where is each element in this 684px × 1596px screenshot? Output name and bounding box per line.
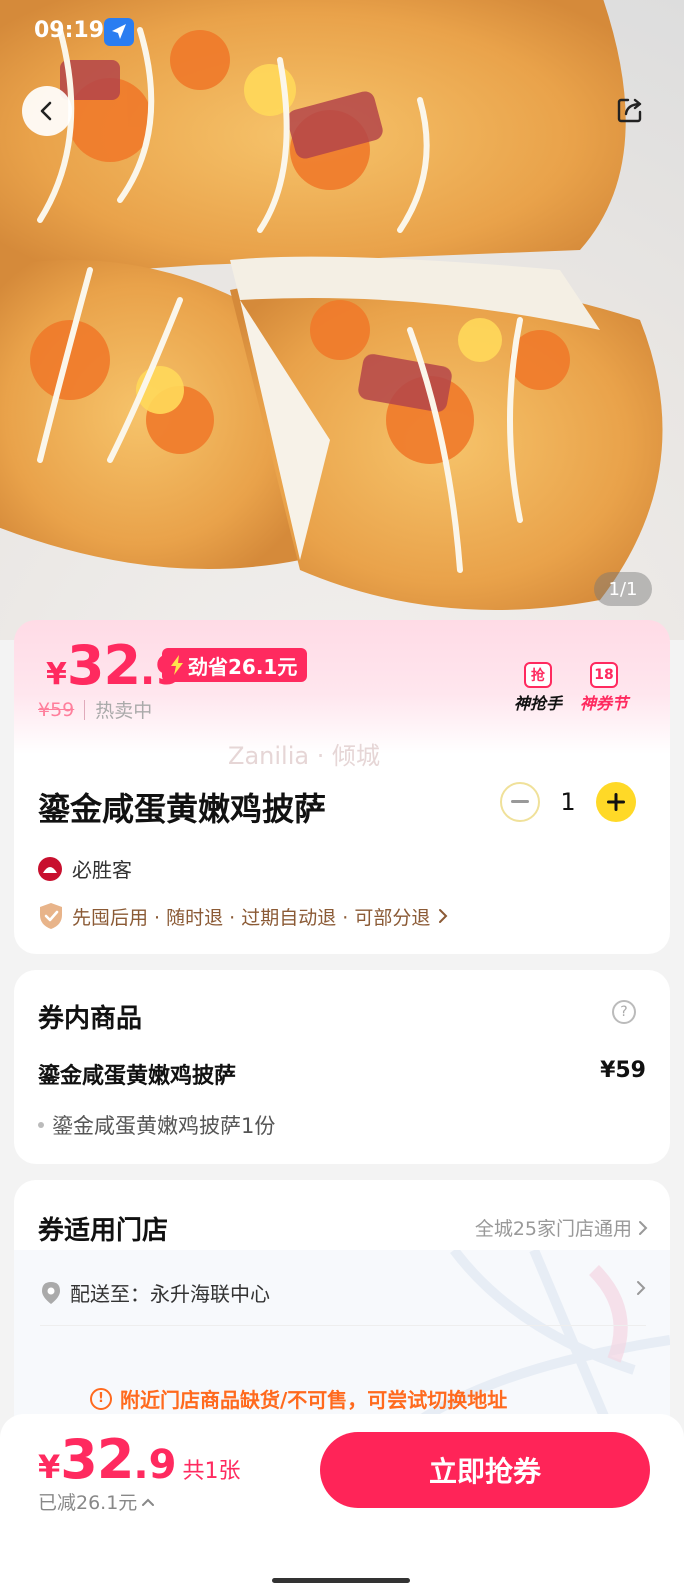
pizza-photo: [0, 0, 663, 610]
item-name: 鎏金咸蛋黄嫩鸡披萨: [38, 1064, 237, 1089]
warning-text: 附近门店商品缺货/不可售，可尝试切换地址: [120, 1388, 508, 1412]
original-price-row: ¥59 热卖中: [38, 696, 152, 723]
savings-badge: 劲省26.1元: [162, 648, 308, 682]
share-icon: [617, 98, 642, 123]
watermark: Zanilia · 倾城: [228, 742, 380, 770]
item-detail-text: 鎏金咸蛋黄嫩鸡披萨1份: [52, 1114, 276, 1138]
savings-label: 劲省26.1元: [188, 654, 298, 679]
plus-icon: [607, 793, 625, 811]
home-indicator: [272, 1578, 410, 1583]
warning-icon: !: [90, 1387, 112, 1410]
reduced-text: 已减26.1元: [38, 1492, 138, 1514]
grab-icon: 抢: [524, 662, 552, 688]
quantity-value: 1: [560, 788, 576, 816]
promo-label: 神券节: [580, 694, 629, 713]
stock-warning: ! 附近门店商品缺货/不可售，可尝试切换地址: [90, 1384, 507, 1413]
delivery-text: 配送至：永升海联中心: [70, 1282, 270, 1306]
help-icon[interactable]: ?: [612, 1000, 636, 1024]
refund-policy[interactable]: 先囤后用 · 随时退 · 过期自动退 · 可部分退: [38, 902, 448, 930]
coupon-items-card: 券内商品 ? 鎏金咸蛋黄嫩鸡披萨 ¥59 鎏金咸蛋黄嫩鸡披萨1份: [14, 970, 670, 1164]
chevron-right-icon: [639, 1220, 648, 1235]
original-price: ¥59: [38, 698, 75, 721]
lightning-icon: [171, 655, 183, 675]
all-stores-text: 全城25家门店通用: [474, 1218, 632, 1240]
policy-text: 先囤后用 · 随时退 · 过期自动退 · 可部分退: [72, 906, 431, 929]
reduced-amount[interactable]: 已减26.1元: [38, 1488, 155, 1515]
price-decimal: .9: [133, 1442, 177, 1488]
coupon-count: 共1张: [182, 1459, 241, 1484]
share-button[interactable]: [612, 92, 648, 128]
currency-symbol: ¥: [38, 1448, 61, 1486]
pizza-hut-logo: [38, 856, 62, 881]
product-title: 鎏金咸蛋黄嫩鸡披萨: [38, 790, 327, 828]
quantity-stepper: 1: [500, 782, 636, 822]
product-image[interactable]: 09:19 1/1: [0, 0, 684, 640]
location-arrow-icon: [104, 18, 134, 46]
minus-icon: [511, 800, 529, 803]
section-title: 券内商品: [38, 1004, 143, 1034]
chevron-up-icon: [142, 1498, 155, 1506]
product-card: 鎏金咸蛋黄嫩鸡披萨 1 必胜客 先囤后用 · 随时退 · 过期自动退 · 可部分…: [14, 754, 670, 954]
chevron-left-icon: [40, 101, 52, 121]
grab-coupon-button[interactable]: 立即抢券: [320, 1432, 650, 1508]
sale-status: 热卖中: [95, 700, 153, 722]
price-integer: 32: [60, 1428, 134, 1491]
total-price: ¥ 32 .9 共1张: [38, 1428, 240, 1491]
divider: [84, 699, 86, 720]
promo-shenquanjie[interactable]: 18 神券节: [580, 662, 628, 714]
shield-check-icon: [40, 903, 62, 929]
status-time: 09:19: [34, 18, 105, 43]
decrease-button[interactable]: [500, 782, 540, 822]
delivery-address[interactable]: 配送至：永升海联中心: [40, 1278, 646, 1326]
price-card: ¥ 32 .9 劲省26.1元 ¥59 热卖中 抢 神抢手 18 神券节: [14, 620, 670, 754]
increase-button[interactable]: [596, 782, 636, 822]
back-button[interactable]: [22, 86, 72, 136]
item-detail: 鎏金咸蛋黄嫩鸡披萨1份: [38, 1110, 275, 1140]
page-indicator: 1/1: [594, 572, 652, 606]
promo-shenqiangshou[interactable]: 抢 神抢手: [514, 662, 562, 714]
all-stores-link[interactable]: 全城25家门店通用: [475, 1214, 648, 1241]
location-pin-icon: [42, 1281, 60, 1304]
bullet-dot: [38, 1122, 44, 1128]
section-title: 券适用门店: [38, 1216, 169, 1246]
stores-card: 券适用门店 全城25家门店通用 配送至：永升海联中心 ! 附近门店商品缺货/不可…: [14, 1180, 670, 1440]
brand-name: 必胜客: [72, 858, 132, 882]
bottom-bar: ¥ 32 .9 共1张 已减26.1元 立即抢券: [0, 1414, 684, 1596]
item-price: ¥59: [600, 1058, 646, 1083]
price-integer: 32: [66, 634, 141, 697]
currency-symbol: ¥: [46, 657, 67, 692]
chevron-right-icon: [637, 1281, 646, 1295]
coupon-festival-icon: 18: [590, 662, 618, 688]
brand-row[interactable]: 必胜客: [38, 854, 132, 883]
chevron-right-icon: [439, 909, 448, 923]
promo-label: 神抢手: [514, 694, 563, 713]
